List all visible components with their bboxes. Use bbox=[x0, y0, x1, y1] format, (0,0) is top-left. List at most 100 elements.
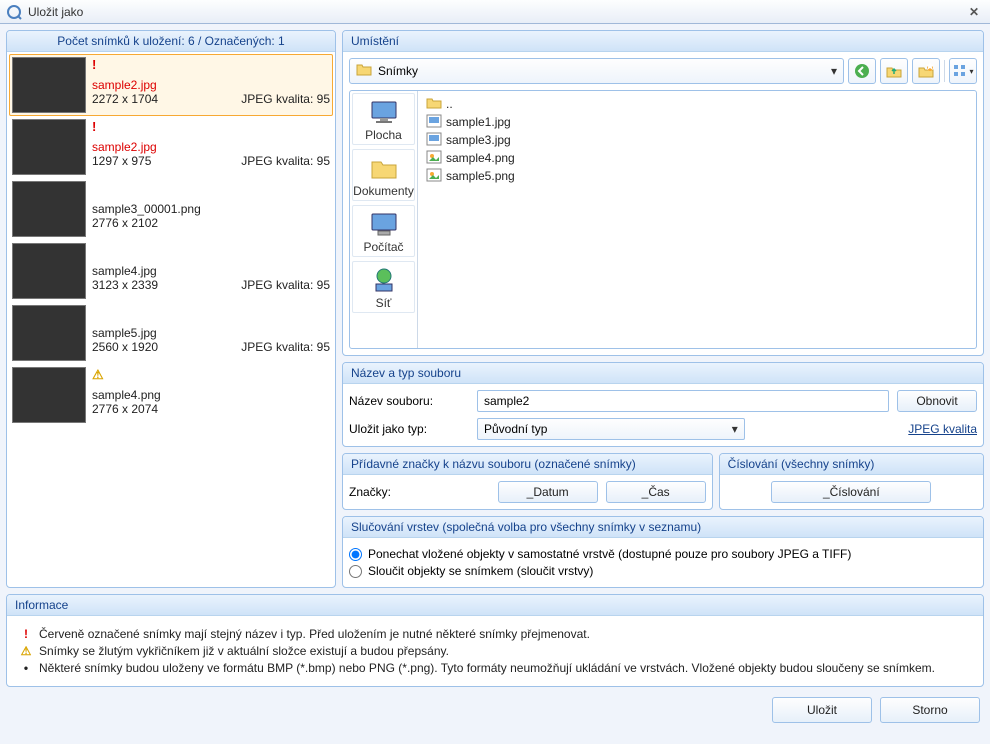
file-row[interactable]: sample4.png bbox=[426, 149, 968, 167]
snapshot-list[interactable]: !sample2.jpg2272 x 1704JPEG kvalita: 95!… bbox=[7, 52, 335, 587]
layers-option-keep-label: Ponechat vložené objekty v samostatné vr… bbox=[368, 547, 851, 561]
place-desktop[interactable]: Plocha bbox=[352, 93, 415, 145]
snapshot-filename: sample3_00001.png bbox=[92, 202, 330, 216]
filetype-value: Původní typ bbox=[484, 422, 547, 436]
info-bullet-icon: ⚠ bbox=[19, 644, 33, 658]
file-icon bbox=[426, 149, 442, 168]
info-item: !Červeně označené snímky mají stejný náz… bbox=[19, 627, 971, 641]
thumbnail bbox=[12, 367, 86, 423]
snapshot-quality: JPEG kvalita: 95 bbox=[241, 92, 330, 106]
info-text: Některé snímky budou uloženy ve formátu … bbox=[39, 661, 935, 675]
file-icon bbox=[426, 95, 442, 114]
info-text: Snímky se žlutým vykřičníkem již v aktuá… bbox=[39, 644, 449, 658]
window-title: Uložit jako bbox=[28, 5, 964, 19]
folder-icon bbox=[356, 62, 372, 81]
snapshot-list-header: Počet snímků k uložení: 6 / Označených: … bbox=[7, 31, 335, 52]
path-text: Snímky bbox=[378, 64, 418, 78]
info-text: Červeně označené snímky mají stejný náze… bbox=[39, 627, 590, 641]
snapshot-quality: JPEG kvalita: 95 bbox=[241, 278, 330, 292]
place-label: Dokumenty bbox=[353, 184, 414, 198]
file-list[interactable]: .. sample1.jpg sample3.jpg sample4.png sampl… bbox=[418, 91, 976, 348]
filename-label: Název souboru: bbox=[349, 394, 469, 408]
jpeg-quality-link[interactable]: JPEG kvalita bbox=[897, 422, 977, 436]
file-name: sample3.jpg bbox=[446, 133, 511, 147]
save-button[interactable]: Uložit bbox=[772, 697, 872, 723]
file-row[interactable]: sample1.jpg bbox=[426, 113, 968, 131]
tags-panel: Přídavné značky k názvu souboru (označen… bbox=[342, 453, 713, 510]
layers-option-merge[interactable]: Sloučit objekty se snímkem (sloučit vrst… bbox=[349, 564, 977, 578]
tags-label: Značky: bbox=[349, 485, 391, 499]
place-label: Plocha bbox=[365, 128, 402, 142]
place-label: Počítač bbox=[363, 240, 403, 254]
chevron-down-icon: ▾ bbox=[969, 67, 973, 76]
location-header: Umístění bbox=[343, 31, 983, 52]
file-row[interactable]: .. bbox=[426, 95, 968, 113]
place-folder[interactable]: Dokumenty bbox=[352, 149, 415, 201]
file-row[interactable]: sample5.png bbox=[426, 167, 968, 185]
snapshot-item[interactable]: sample4.jpg3123 x 2339JPEG kvalita: 95 bbox=[9, 240, 333, 302]
location-panel: Umístění Snímky ▾ bbox=[342, 30, 984, 356]
layers-panel: Slučování vrstev (společná volba pro vše… bbox=[342, 516, 984, 588]
path-combo[interactable]: Snímky ▾ bbox=[349, 58, 844, 84]
layers-radio-keep[interactable] bbox=[349, 548, 362, 561]
close-icon[interactable]: ✕ bbox=[964, 5, 984, 19]
snapshot-filename: sample2.jpg bbox=[92, 140, 330, 154]
cancel-button[interactable]: Storno bbox=[880, 697, 980, 723]
info-panel: Informace !Červeně označené snímky mají … bbox=[6, 594, 984, 687]
layers-option-keep[interactable]: Ponechat vložené objekty v samostatné vr… bbox=[349, 547, 977, 561]
layers-radio-merge[interactable] bbox=[349, 565, 362, 578]
thumbnail bbox=[12, 57, 86, 113]
chevron-down-icon: ▾ bbox=[831, 64, 837, 78]
place-label: Síť bbox=[376, 296, 392, 310]
snapshot-item[interactable]: sample5.jpg2560 x 1920JPEG kvalita: 95 bbox=[9, 302, 333, 364]
info-header: Informace bbox=[7, 595, 983, 616]
file-row[interactable]: sample3.jpg bbox=[426, 131, 968, 149]
chevron-down-icon: ▾ bbox=[732, 422, 738, 436]
snapshot-item[interactable]: !sample2.jpg2272 x 1704JPEG kvalita: 95 bbox=[9, 54, 333, 116]
refresh-button[interactable]: Obnovit bbox=[897, 390, 977, 412]
time-tag-button[interactable]: _Čas bbox=[606, 481, 706, 503]
file-name: .. bbox=[446, 97, 453, 111]
snapshot-filename: sample5.jpg bbox=[92, 326, 330, 340]
svg-text:★: ★ bbox=[925, 63, 934, 73]
app-icon bbox=[6, 4, 22, 20]
error-icon: ! bbox=[92, 119, 96, 134]
numbering-button[interactable]: _Číslování bbox=[771, 481, 931, 503]
thumbnail bbox=[12, 243, 86, 299]
new-folder-button[interactable]: ★ bbox=[912, 58, 940, 84]
snapshot-item[interactable]: !sample2.jpg1297 x 975JPEG kvalita: 95 bbox=[9, 116, 333, 178]
snapshot-filename: sample2.jpg bbox=[92, 78, 330, 92]
snapshot-dimensions: 2776 x 2102 bbox=[92, 216, 158, 230]
thumbnail bbox=[12, 305, 86, 361]
tags-header: Přídavné značky k názvu souboru (označen… bbox=[343, 454, 712, 475]
file-name: sample1.jpg bbox=[446, 115, 511, 129]
back-button[interactable] bbox=[848, 58, 876, 84]
place-network[interactable]: Síť bbox=[352, 261, 415, 313]
file-icon bbox=[426, 113, 442, 132]
snapshot-item[interactable]: ⚠sample4.png2776 x 2074 bbox=[9, 364, 333, 426]
info-item: ⚠ Snímky se žlutým vykřičníkem již v aktu… bbox=[19, 644, 971, 658]
file-name: sample4.png bbox=[446, 151, 515, 165]
snapshot-filename: sample4.jpg bbox=[92, 264, 330, 278]
filename-input[interactable] bbox=[477, 390, 889, 412]
numbering-header: Číslování (všechny snímky) bbox=[720, 454, 983, 475]
filetype-select[interactable]: Původní typ ▾ bbox=[477, 418, 745, 440]
snapshot-item[interactable]: sample3_00001.png2776 x 2102 bbox=[9, 178, 333, 240]
thumbnail bbox=[12, 181, 86, 237]
thumbnail bbox=[12, 119, 86, 175]
layers-header: Slučování vrstev (společná volba pro vše… bbox=[343, 517, 983, 538]
view-mode-button[interactable]: ▾ bbox=[949, 58, 977, 84]
desktop-icon bbox=[368, 98, 400, 126]
snapshot-filename: sample4.png bbox=[92, 388, 330, 402]
name-type-panel: Název a typ souboru Název souboru: Obnov… bbox=[342, 362, 984, 447]
file-name: sample5.png bbox=[446, 169, 515, 183]
places-sidebar: Plocha Dokumenty Počítač Síť bbox=[350, 91, 418, 348]
up-folder-button[interactable] bbox=[880, 58, 908, 84]
place-computer[interactable]: Počítač bbox=[352, 205, 415, 257]
computer-icon bbox=[368, 210, 400, 238]
date-tag-button[interactable]: _Datum bbox=[498, 481, 598, 503]
snapshot-dimensions: 1297 x 975 bbox=[92, 154, 151, 168]
snapshot-dimensions: 2560 x 1920 bbox=[92, 340, 158, 354]
file-icon bbox=[426, 167, 442, 186]
titlebar: Uložit jako ✕ bbox=[0, 0, 990, 24]
